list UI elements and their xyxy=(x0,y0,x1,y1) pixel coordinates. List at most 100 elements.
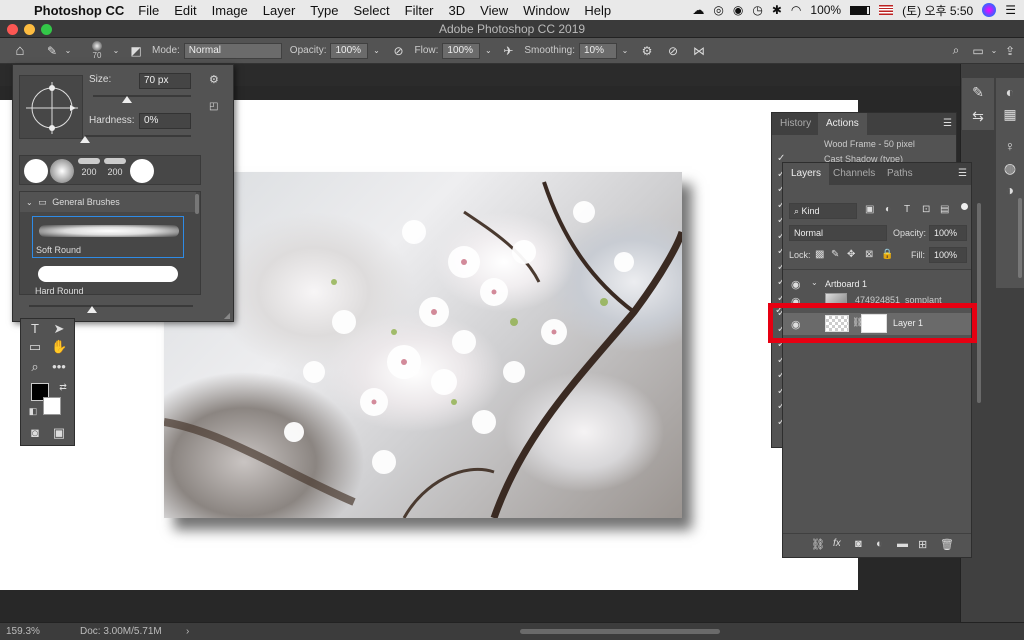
hardness-slider[interactable] xyxy=(85,135,191,137)
screen-mode-icon[interactable]: ▣ xyxy=(51,425,67,441)
pressure-opacity-icon[interactable]: ⊘ xyxy=(390,44,406,58)
record-icon[interactable]: ◉ xyxy=(733,3,743,17)
adjustments-panel-icon[interactable]: ◑ xyxy=(1000,180,1020,200)
brushes-panel-icon[interactable]: ✎ xyxy=(968,82,988,102)
menu-layer[interactable]: Layer xyxy=(263,3,296,18)
path-selection-tool-icon[interactable]: ➤ xyxy=(51,321,67,337)
delete-layer-icon[interactable]: 🗑 xyxy=(940,538,954,551)
brush-preset-200b[interactable]: 200 xyxy=(104,158,126,178)
link-layers-icon[interactable]: ⛓ xyxy=(811,538,825,551)
zoom-tool-icon[interactable]: ⌕ xyxy=(27,359,43,375)
opacity-input[interactable]: 100% xyxy=(330,42,369,59)
menu-help[interactable]: Help xyxy=(584,3,611,18)
lock-position-icon[interactable]: ✥ xyxy=(847,249,855,260)
smoothing-input[interactable]: 10% xyxy=(578,42,617,59)
chevron-down-icon[interactable]: ⌄ xyxy=(811,278,818,287)
hard-round-preset[interactable] xyxy=(24,159,48,183)
lock-artboard-icon[interactable]: ⊠ xyxy=(865,249,873,260)
home-icon[interactable]: ⌂ xyxy=(12,42,28,59)
filter-shape-icon[interactable]: ⊡ xyxy=(922,204,930,215)
menu-image[interactable]: Image xyxy=(212,3,248,18)
filter-adjustment-icon[interactable]: ◐ xyxy=(885,204,891,215)
rectangle-tool-icon[interactable]: ▭ xyxy=(27,339,43,355)
tab-channels[interactable]: Channels xyxy=(825,163,883,185)
pressure-size-icon[interactable]: ⊘ xyxy=(665,44,681,58)
app-menu[interactable]: Photoshop CC xyxy=(34,3,124,18)
brush-preset-200a[interactable]: 200 xyxy=(78,158,100,178)
chevron-down-icon[interactable]: ⌄ xyxy=(480,46,496,55)
learn-panel-icon[interactable]: ♀ xyxy=(1000,136,1020,156)
brush-list-scrollbar[interactable] xyxy=(195,194,199,214)
filter-toggle-icon[interactable] xyxy=(961,203,968,210)
hardness-slider-thumb[interactable] xyxy=(80,136,90,143)
kind-filter-select[interactable]: ⌕ Kind xyxy=(789,203,857,219)
gear-icon[interactable]: ⚙ xyxy=(209,73,219,86)
layer-opacity-input[interactable]: 100% xyxy=(929,225,967,241)
size-slider-thumb[interactable] xyxy=(122,96,133,103)
chevron-down-icon[interactable]: ⌄ xyxy=(617,46,633,55)
add-mask-icon[interactable]: ◙ xyxy=(855,538,862,550)
doc-info[interactable]: Doc: 3.00M/5.71M xyxy=(80,623,162,640)
menu-type[interactable]: Type xyxy=(310,3,338,18)
soft-round-preset[interactable] xyxy=(50,159,74,183)
airbrush-icon[interactable]: ✈ xyxy=(500,44,516,58)
notification-icon[interactable]: ☰ xyxy=(1005,3,1016,17)
swap-colors-icon[interactable]: ⇄ xyxy=(55,379,71,395)
new-preset-icon[interactable]: ◰ xyxy=(209,101,218,112)
chevron-down-icon[interactable]: ⌄ xyxy=(368,46,384,55)
brush-settings-icon[interactable]: ◩ xyxy=(128,44,144,58)
clock-text[interactable]: (토) 오후 5:50 xyxy=(902,2,973,19)
siri-icon[interactable] xyxy=(982,3,997,17)
flag-icon[interactable] xyxy=(879,5,894,15)
mode-select[interactable]: Normal xyxy=(183,42,282,59)
brush-group-header[interactable]: ⌄ ▭ General Brushes xyxy=(20,192,196,212)
round-pressure-preset[interactable] xyxy=(130,159,154,183)
brush-item-hard-round[interactable]: Hard Round xyxy=(32,262,184,294)
blend-mode-select[interactable]: Normal xyxy=(789,225,887,241)
chevron-down-icon[interactable]: ⌄ xyxy=(986,46,1002,55)
chevron-right-icon[interactable]: › xyxy=(186,623,189,640)
preview-size-slider[interactable] xyxy=(29,305,193,307)
minimize-window-icon[interactable] xyxy=(24,24,35,35)
preview-size-thumb[interactable] xyxy=(87,306,97,313)
brush-angle-widget[interactable] xyxy=(19,75,83,139)
filter-smart-object-icon[interactable]: ▤ xyxy=(940,204,949,215)
battery-icon[interactable] xyxy=(850,5,871,15)
new-adjustment-icon[interactable]: ◐ xyxy=(876,538,883,550)
menu-window[interactable]: Window xyxy=(523,3,569,18)
eye-icon[interactable]: ◉ xyxy=(791,278,801,291)
chevron-down-icon[interactable]: ⌄ xyxy=(108,46,124,55)
quick-mask-icon[interactable]: ◙ xyxy=(27,425,43,441)
brush-tool-icon[interactable]: ✎ xyxy=(44,44,60,58)
menu-filter[interactable]: Filter xyxy=(405,3,434,18)
more-tools-icon[interactable]: ••• xyxy=(51,359,67,375)
hand-tool-icon[interactable]: ✋ xyxy=(51,339,67,355)
tab-layers[interactable]: Layers xyxy=(783,163,830,185)
filter-type-icon[interactable]: T xyxy=(904,204,910,215)
menu-view[interactable]: View xyxy=(480,3,508,18)
search-icon[interactable]: ⌕ xyxy=(948,43,964,58)
swatches-panel-icon[interactable]: ▦ xyxy=(1000,104,1020,124)
size-slider[interactable] xyxy=(93,95,191,97)
battery-percent[interactable]: 100% xyxy=(810,3,841,17)
new-group-icon[interactable]: ▬ xyxy=(897,538,908,550)
panel-menu-icon[interactable]: ☰ xyxy=(943,118,952,129)
close-window-icon[interactable] xyxy=(7,24,18,35)
adjust-panel-icon[interactable]: ⇆ xyxy=(968,106,988,126)
zoom-window-icon[interactable] xyxy=(41,24,52,35)
clock-icon[interactable]: ◷ xyxy=(752,3,762,17)
wifi-icon[interactable]: ◠ xyxy=(791,3,801,17)
panel-menu-icon[interactable]: ☰ xyxy=(958,168,967,179)
flow-input[interactable]: 100% xyxy=(442,42,481,59)
cherry-blossom-photo[interactable] xyxy=(164,172,682,518)
action-item[interactable]: Wood Frame - 50 pixel xyxy=(824,137,915,152)
hardness-input[interactable]: 0% xyxy=(139,113,191,129)
horizontal-scrollbar[interactable] xyxy=(520,629,720,634)
brush-item-soft-round[interactable]: Soft Round xyxy=(32,216,184,258)
menu-3d[interactable]: 3D xyxy=(449,3,466,18)
background-color-swatch[interactable] xyxy=(43,397,61,415)
menu-edit[interactable]: Edit xyxy=(174,3,196,18)
layers-scrollbar[interactable] xyxy=(977,203,981,403)
menu-select[interactable]: Select xyxy=(353,3,389,18)
butterfly-icon[interactable]: ⋈ xyxy=(691,44,707,58)
